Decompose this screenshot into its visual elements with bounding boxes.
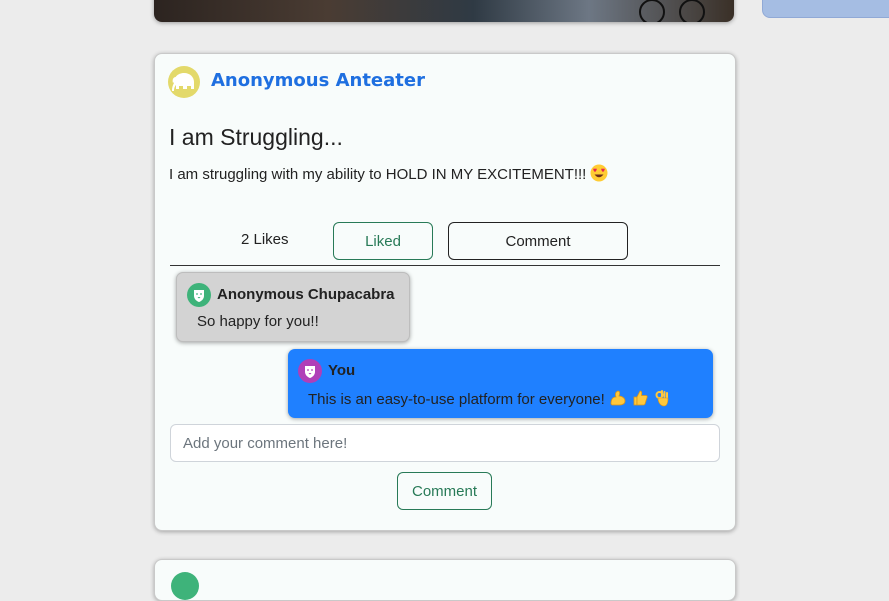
post-body-text: I am struggling with my ability to HOLD … [169,166,587,183]
previous-post-image [154,0,734,22]
comment-text-row: This is an easy-to-use platform for ever… [308,389,671,411]
post-card: Anonymous Anteater I am Struggling... I … [154,53,736,531]
comment-input[interactable] [170,424,720,462]
post-title: I am Struggling... [169,124,343,150]
divider [170,265,720,266]
comment-bubble: Anonymous Chupacabra So happy for you!! [176,272,410,342]
ok-hand-emoji [653,389,671,411]
post-author-name[interactable]: Anonymous Anteater [211,70,425,91]
heart-eyes-emoji [590,164,608,186]
elephant-icon [172,73,194,91]
comment-text: This is an easy-to-use platform for ever… [308,391,605,408]
flexed-biceps-emoji [609,389,627,411]
lion-icon [194,290,204,302]
own-comment-bubble: You This is an easy-to-use platform for … [288,349,713,418]
sidebar-panel [762,0,889,18]
liked-button[interactable]: Liked [333,222,433,260]
own-avatar[interactable] [298,359,322,383]
likes-count: 2 Likes [241,231,289,248]
commenter-avatar[interactable] [187,283,211,307]
comment-author: You [328,362,356,379]
comment-author: Anonymous Chupacabra [217,286,395,303]
author-avatar[interactable] [168,66,200,98]
next-post-avatar[interactable] [171,572,199,600]
bicycle-icon [639,0,705,22]
comment-toggle-button[interactable]: Comment [448,222,628,260]
submit-comment-button[interactable]: Comment [397,472,492,510]
lion-icon [305,366,315,378]
thumbs-up-emoji [631,389,649,411]
comment-text: So happy for you!! [197,313,319,330]
post-body: I am struggling with my ability to HOLD … [169,164,608,186]
next-post-card [154,559,736,601]
